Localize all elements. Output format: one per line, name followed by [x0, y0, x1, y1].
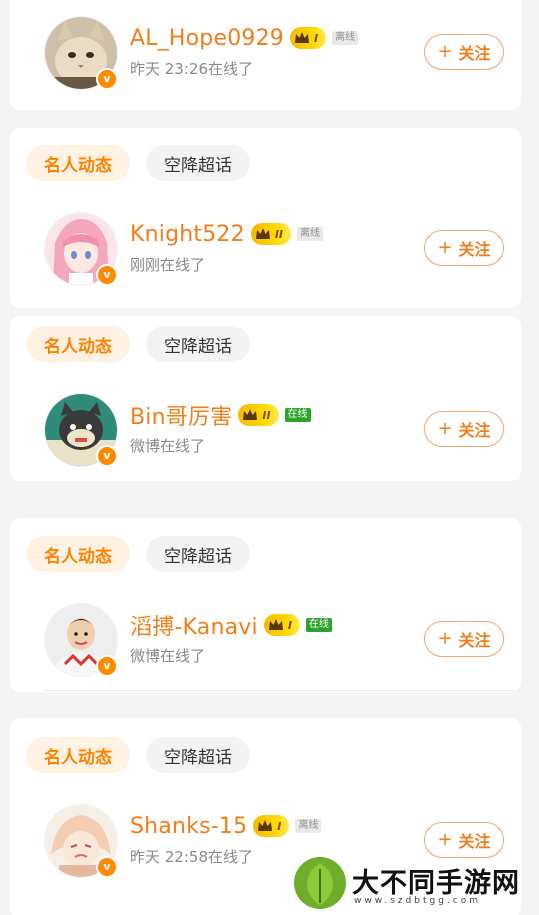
chip-super-topic[interactable]: 空降超话 — [146, 536, 250, 572]
user-name[interactable]: 滔搏-Kanavi — [130, 609, 258, 641]
chip-super-topic[interactable]: 空降超话 — [146, 326, 250, 362]
level-badge: I — [290, 27, 327, 49]
user-name[interactable]: AL_Hope0929 — [130, 26, 284, 51]
chip-super-topic[interactable]: 空降超话 — [146, 737, 250, 773]
chip-row: 名人动态 空降超话 — [26, 144, 250, 182]
plus-icon: + — [437, 237, 453, 258]
user-info: 滔搏-Kanavi I 在线 微博在线了 — [130, 609, 400, 666]
level-label: I — [287, 618, 292, 632]
level-label: II — [274, 227, 283, 241]
level-label: II — [262, 408, 271, 422]
user-subtitle: 微博在线了 — [130, 647, 206, 665]
avatar[interactable]: v — [44, 603, 118, 677]
user-row[interactable]: v Bin哥厉害 II 在线 微博在线了 + 关注 — [44, 393, 504, 467]
user-row[interactable]: v AL_Hope0929 I 离线 昨天 23:26在线了 + 关注 — [44, 16, 504, 90]
user-name[interactable]: Knight522 — [130, 222, 245, 247]
level-label: I — [314, 31, 319, 45]
follow-button[interactable]: + 关注 — [424, 411, 504, 447]
verified-icon: v — [96, 264, 118, 286]
user-row[interactable]: v 滔搏-Kanavi I 在线 微博在线了 + 关注 — [44, 603, 504, 677]
watermark: 大不同手游网 www.szdbtgg.com — [292, 855, 527, 911]
status-badge: 在线 — [284, 408, 311, 422]
crown-icon — [268, 619, 283, 630]
verified-icon: v — [96, 68, 118, 90]
user-subtitle: 微博在线了 — [130, 437, 206, 455]
page: v AL_Hope0929 I 离线 昨天 23:26在线了 + 关注 名人动态… — [0, 0, 539, 915]
chip-celebrity-news[interactable]: 名人动态 — [26, 145, 130, 181]
user-row[interactable]: v Knight522 II 离线 刚刚在线了 + 关注 — [44, 212, 504, 286]
follow-label: 关注 — [458, 832, 491, 851]
watermark-url: www.szdbtgg.com — [354, 896, 481, 906]
chip-celebrity-news[interactable]: 名人动态 — [26, 737, 130, 773]
crown-icon — [258, 820, 273, 831]
level-label: I — [277, 819, 282, 833]
follow-label: 关注 — [458, 44, 491, 63]
level-badge: I — [253, 815, 290, 837]
chip-celebrity-news[interactable]: 名人动态 — [26, 326, 130, 362]
user-info: Knight522 II 离线 刚刚在线了 — [130, 218, 400, 275]
crown-icon — [295, 32, 309, 43]
user-info: AL_Hope0929 I 离线 昨天 23:26在线了 — [130, 22, 400, 79]
chip-row: 名人动态 空降超话 — [26, 535, 250, 573]
verified-icon: v — [96, 445, 118, 467]
follow-label: 关注 — [458, 421, 491, 440]
status-badge: 离线 — [295, 819, 322, 833]
user-subtitle: 刚刚在线了 — [130, 256, 206, 274]
plus-icon: + — [437, 628, 453, 649]
chip-row: 名人动态 空降超话 — [26, 325, 250, 363]
chip-super-topic[interactable]: 空降超话 — [146, 145, 250, 181]
level-badge: II — [250, 223, 291, 245]
avatar[interactable]: v — [44, 393, 118, 467]
user-name[interactable]: Bin哥厉害 — [130, 399, 232, 431]
chip-row: 名人动态 空降超话 — [26, 736, 250, 774]
avatar[interactable]: v — [44, 804, 118, 878]
follow-label: 关注 — [458, 631, 491, 650]
user-name[interactable]: Shanks-15 — [130, 814, 247, 839]
plus-icon: + — [437, 41, 453, 62]
plus-icon: + — [437, 829, 453, 850]
crown-icon — [255, 228, 270, 239]
verified-icon: v — [96, 655, 118, 677]
follow-button[interactable]: + 关注 — [424, 621, 504, 657]
status-badge: 离线 — [332, 31, 359, 45]
chip-celebrity-news[interactable]: 名人动态 — [26, 536, 130, 572]
status-badge: 在线 — [305, 618, 332, 632]
crown-icon — [243, 409, 258, 420]
follow-label: 关注 — [458, 240, 491, 259]
follow-button[interactable]: + 关注 — [424, 230, 504, 266]
verified-icon: v — [96, 856, 118, 878]
level-badge: I — [263, 614, 300, 636]
user-info: Bin哥厉害 II 在线 微博在线了 — [130, 399, 400, 456]
avatar[interactable]: v — [44, 212, 118, 286]
status-badge: 离线 — [297, 227, 323, 241]
plus-icon: + — [437, 418, 453, 439]
level-badge: II — [238, 404, 279, 426]
watermark-text: 大不同手游网 — [352, 868, 520, 899]
user-subtitle: 昨天 23:26在线了 — [130, 60, 253, 78]
follow-button[interactable]: + 关注 — [424, 822, 504, 858]
follow-button[interactable]: + 关注 — [424, 34, 504, 70]
divider — [44, 690, 515, 691]
leaf-logo-icon — [294, 857, 346, 909]
avatar[interactable]: v — [44, 16, 118, 90]
